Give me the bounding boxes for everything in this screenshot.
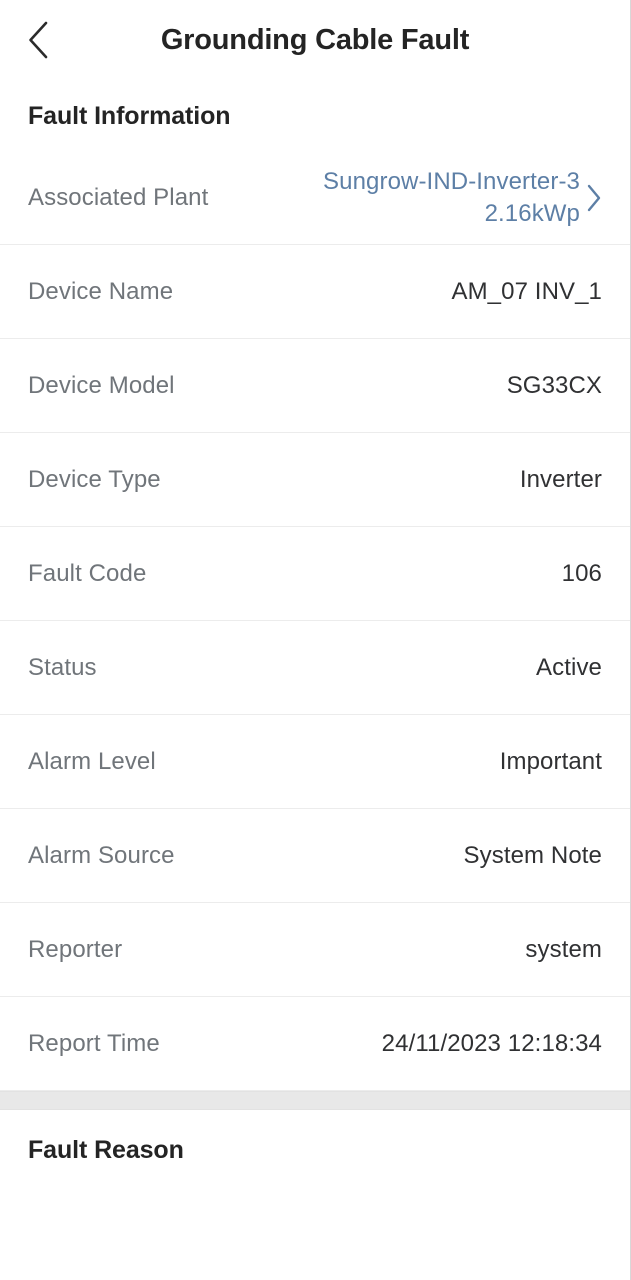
info-row-label: Associated Plant xyxy=(28,183,209,211)
info-row-device-name: Device Name AM_07 INV_1 xyxy=(0,245,630,339)
info-row-label: Alarm Source xyxy=(28,841,175,869)
info-row-device-type: Device Type Inverter xyxy=(0,433,630,527)
page-title: Grounding Cable Fault xyxy=(160,23,470,56)
info-row-label: Device Type xyxy=(28,465,161,493)
fault-information-heading: Fault Information xyxy=(28,102,231,130)
info-row-alarm-level: Alarm Level Important xyxy=(0,715,630,809)
info-row-label: Status xyxy=(28,653,97,681)
info-row-label: Report Time xyxy=(28,1029,160,1057)
info-row-label: Device Name xyxy=(28,277,174,305)
section-separator xyxy=(0,1091,630,1110)
info-row-fault-code: Fault Code 106 xyxy=(0,527,630,621)
fault-reason-heading: Fault Reason xyxy=(28,1136,184,1164)
associated-plant-link[interactable]: Sungrow-IND-Inverter-32.16kWp xyxy=(312,166,602,229)
info-row-device-model: Device Model SG33CX xyxy=(0,339,630,433)
info-row-value: Inverter xyxy=(519,465,602,493)
info-row-alarm-source: Alarm Source System Note xyxy=(0,809,630,903)
back-button[interactable] xyxy=(16,18,60,62)
fault-reason-section: Fault Reason xyxy=(0,1110,630,1185)
info-row-value: 106 xyxy=(561,559,602,587)
info-row-value: SG33CX xyxy=(506,371,602,399)
info-row-associated-plant[interactable]: Associated Plant Sungrow-IND-Inverter-32… xyxy=(0,151,630,245)
info-row-value: Sungrow-IND-Inverter-32.16kWp xyxy=(323,167,580,227)
info-row-label: Reporter xyxy=(28,935,123,963)
info-row-report-time: Report Time 24/11/2023 12:18:34 xyxy=(0,997,630,1091)
info-row-value: system xyxy=(525,935,602,963)
chevron-right-icon xyxy=(586,184,602,212)
info-row-value: System Note xyxy=(463,841,602,869)
chevron-left-icon xyxy=(27,21,49,59)
info-row-label: Alarm Level xyxy=(28,747,156,775)
info-row-value: 24/11/2023 12:18:34 xyxy=(381,1029,602,1057)
navigation-bar: Grounding Cable Fault xyxy=(0,0,630,80)
info-row-value: Important xyxy=(499,747,602,775)
info-row-label: Device Model xyxy=(28,371,175,399)
fault-information-list: Associated Plant Sungrow-IND-Inverter-32… xyxy=(0,151,630,1091)
info-row-label: Fault Code xyxy=(28,559,147,587)
info-row-reporter: Reporter system xyxy=(0,903,630,997)
info-row-status: Status Active xyxy=(0,621,630,715)
status-badge: Active xyxy=(536,653,602,681)
fault-detail-screen: Grounding Cable Fault Fault Information … xyxy=(0,0,631,1280)
info-row-value: AM_07 INV_1 xyxy=(451,277,602,305)
